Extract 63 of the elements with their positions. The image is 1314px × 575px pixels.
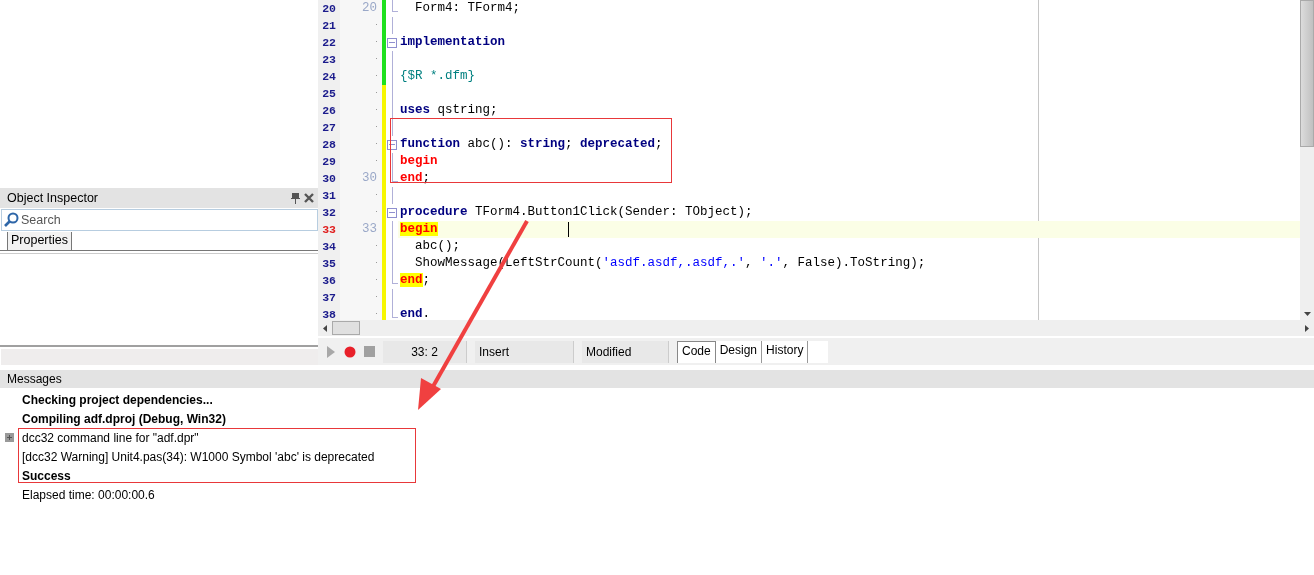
panel-title: Messages [7,372,62,386]
line-number: 36 [318,272,340,289]
collapse-icon[interactable] [387,37,397,48]
line-number: 31 [318,187,340,204]
pin-icon[interactable] [291,192,300,204]
line-number: 33 [318,221,340,238]
properties-tab[interactable]: Properties [7,232,72,250]
message-text: Success [21,468,71,483]
close-icon[interactable] [304,193,314,203]
vertical-scrollbar[interactable] [1300,0,1314,320]
gutter-line-number: 30 [362,171,377,185]
message-text: Compiling adf.dproj (Debug, Win32) [21,411,226,426]
line-number: 29 [318,153,340,170]
code-line: uses qstring; [399,102,498,119]
collapse-icon[interactable] [387,139,397,150]
code-line: Form4: TForm4; [414,0,521,17]
line-number: 37 [318,289,340,306]
horizontal-scrollbar[interactable] [318,320,1314,337]
line-number: 34 [318,238,340,255]
message-text: dcc32 command line for "adf.dpr" [4,430,199,445]
message-text: Elapsed time: 00:00:00.6 [21,487,155,502]
code-line: function abc(): string; deprecated; [399,136,663,153]
play-icon[interactable] [326,345,336,358]
code-line: end. [399,306,431,320]
line-number: 26 [318,102,340,119]
line-number: 20 [318,0,340,17]
scroll-right-arrow-icon[interactable] [1305,324,1309,332]
gutter-line-number: 20 [362,1,377,15]
scroll-left-arrow-icon[interactable] [323,324,327,332]
line-number: 32 [318,204,340,221]
line-number: 30 [318,170,340,187]
editor-tab[interactable]: Design [715,340,763,363]
stop-icon[interactable] [364,346,375,358]
line-number: 22 [318,34,340,51]
line-number: 27 [318,119,340,136]
code-line: procedure TForm4.Button1Click(Sender: TObject); [399,204,753,221]
editor-tab[interactable]: History [762,340,809,363]
gutter-line-number: 33 [362,222,377,236]
insert-mode-label: Insert [475,340,574,363]
collapse-icon[interactable] [387,207,397,218]
text-cursor [567,222,569,237]
line-number: 25 [318,85,340,102]
code-line: abc(); [414,238,460,255]
code-line: begin [399,153,438,170]
editor-tab[interactable]: Code [677,340,716,363]
message-text: [dcc32 Warning] Unit4.pas(34): W1000 Symbol 'abc' is deprecated [21,449,375,464]
line-number: 35 [318,255,340,272]
scrollbar-thumb[interactable] [332,321,360,336]
line-number: 28 [318,136,340,153]
search-icon [3,212,19,228]
line-number: 23 [318,51,340,68]
line-number: 21 [318,17,340,34]
scroll-down-arrow-icon[interactable] [1303,312,1311,316]
line-number: 24 [318,68,340,85]
cursor-position: 33: 2 [383,340,467,363]
line-number: 38 [318,306,340,320]
modified-status: Modified [582,340,669,363]
code-line: {$R *.dfm} [399,68,475,85]
message-text: Checking project dependencies... [21,392,213,407]
panel-title: Object Inspector [7,191,98,205]
code-line: implementation [399,34,506,51]
record-icon[interactable] [344,345,356,358]
search-field[interactable]: Search [1,209,318,231]
